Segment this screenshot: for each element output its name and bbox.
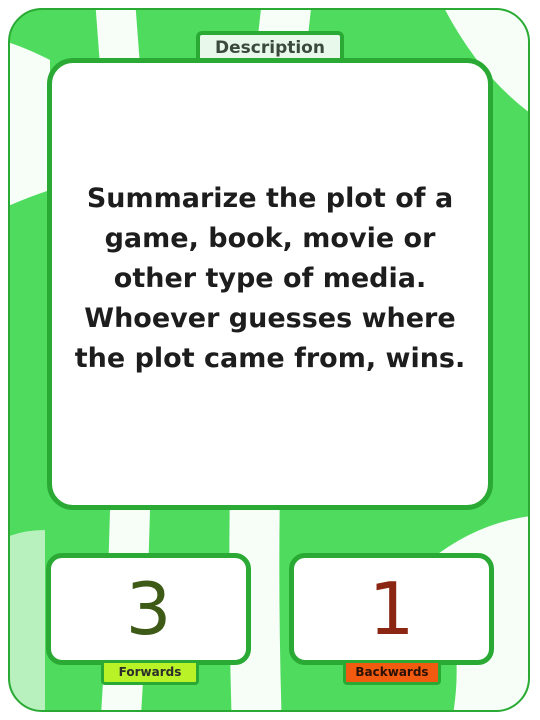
forwards-label: Forwards — [101, 663, 199, 685]
forwards-value: 3 — [125, 567, 172, 651]
description-text: Summarize the plot of a game, book, movi… — [74, 183, 466, 374]
forwards-label-text: Forwards — [118, 665, 182, 679]
description-tab-label: Description — [215, 38, 325, 58]
forwards-panel: 3 — [46, 553, 251, 665]
backwards-label-text: Backwards — [355, 665, 429, 679]
backwards-label: Backwards — [343, 663, 441, 685]
description-panel: Summarize the plot of a game, book, movi… — [47, 58, 493, 510]
backwards-value: 1 — [368, 567, 415, 651]
backwards-panel: 1 — [289, 553, 494, 665]
description-tab: Description — [196, 31, 344, 61]
